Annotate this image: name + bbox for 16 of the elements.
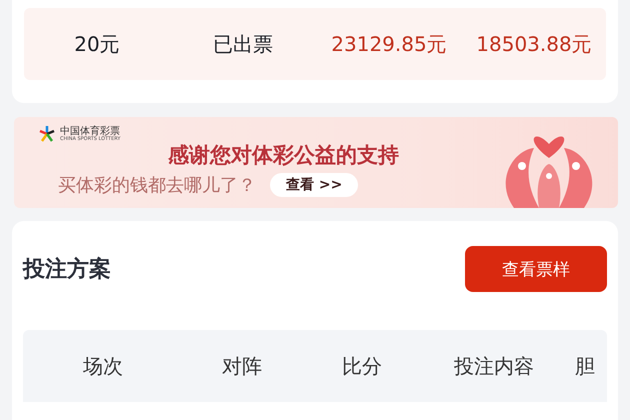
column-header: 对阵 xyxy=(221,352,263,380)
star-logo-icon xyxy=(38,125,56,143)
banner-headline: 感谢您对体彩公益的支持 xyxy=(168,142,400,169)
section-title: 投注方案 xyxy=(23,256,111,284)
banner-question: 买体彩的钱都去哪儿了？ xyxy=(58,174,256,197)
table-cell-text: 已出票 xyxy=(212,30,274,58)
table-cell-text: 23129.85元 xyxy=(330,30,448,58)
view-ticket-sample-button[interactable]: 查看票样 xyxy=(465,246,607,292)
table-cell-text: 18503.88元 xyxy=(475,30,593,58)
column-header: 比分 xyxy=(341,352,383,380)
column-header: 胆 xyxy=(574,352,596,380)
logo-text: 中国体育彩票 xyxy=(60,126,120,136)
column-header: 场次 xyxy=(82,352,124,380)
view-link[interactable]: 查看 >> xyxy=(270,173,358,197)
column-header: 投注内容 xyxy=(453,352,535,380)
table-cell-text: 20元 xyxy=(73,30,121,58)
